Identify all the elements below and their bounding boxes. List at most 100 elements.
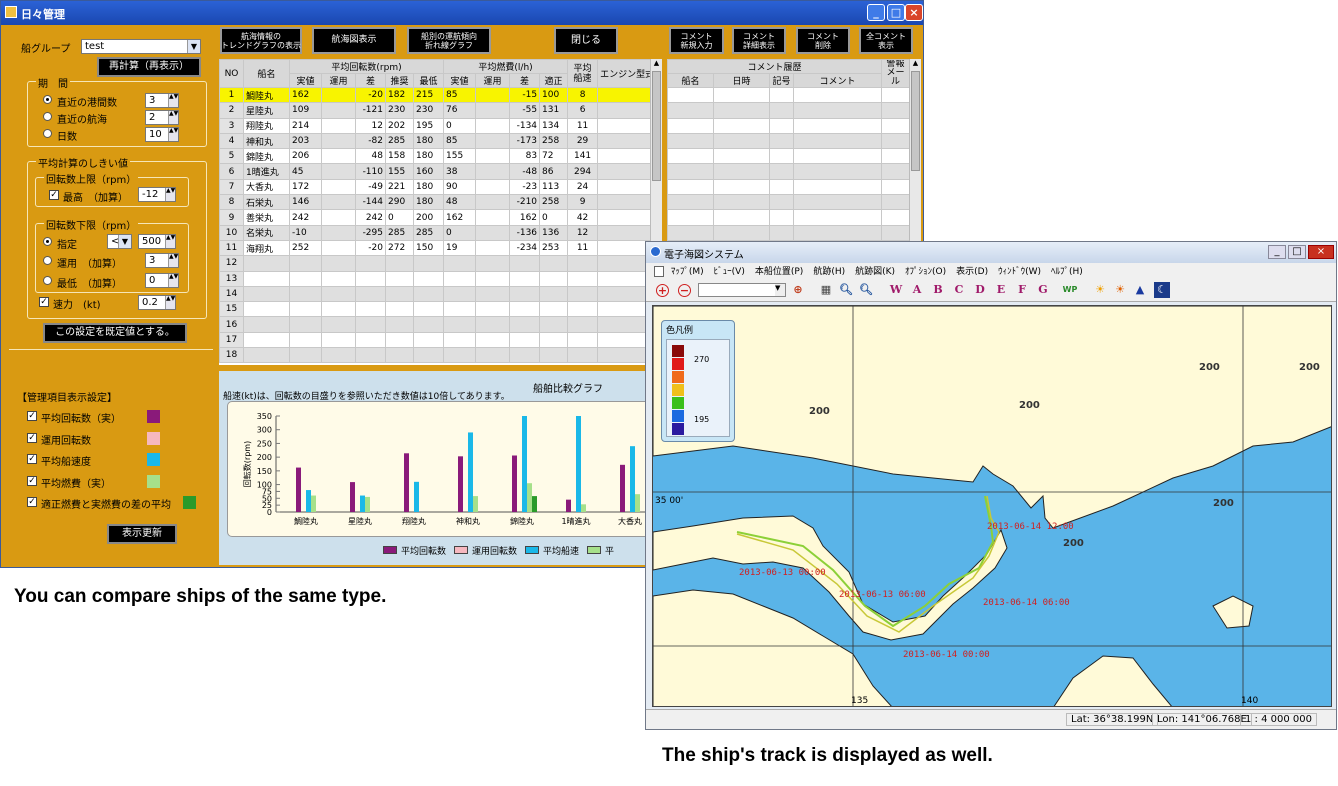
row-number[interactable]: 12	[219, 255, 244, 272]
table-row[interactable]: 11 海翔丸 252 -20 272 150 19 -234 253 11	[219, 239, 652, 257]
speed-spinner[interactable]: 0.2 ▲▼	[138, 295, 176, 310]
comment-delete-button[interactable]: コメント 削除	[796, 27, 850, 54]
comment-cell[interactable]	[769, 117, 794, 134]
table-cell[interactable]	[597, 178, 652, 196]
table-cell[interactable]: -10	[289, 224, 322, 241]
table-cell[interactable]	[567, 270, 599, 287]
table-cell[interactable]	[355, 255, 386, 272]
table-cell[interactable]	[597, 255, 652, 272]
table-cell[interactable]: 86	[539, 163, 569, 180]
table-row[interactable]: 17	[219, 331, 652, 349]
map-menu-item[interactable]: 航跡(H)	[813, 267, 845, 277]
table-cell[interactable]: -144	[355, 194, 386, 211]
table-cell[interactable]	[567, 285, 599, 303]
sub-col-header[interactable]: 運用	[475, 73, 511, 88]
table-cell[interactable]: -210	[509, 194, 541, 211]
table-cell[interactable]: 253	[539, 239, 569, 257]
table-cell[interactable]	[385, 316, 414, 333]
comment-cell[interactable]	[881, 194, 911, 211]
table-cell[interactable]: -48	[509, 163, 541, 180]
layer-letter-button[interactable]: G	[1035, 282, 1051, 298]
maximize-button[interactable]: □	[887, 4, 905, 21]
comment-cell[interactable]	[667, 163, 714, 180]
row-number[interactable]: 14	[219, 285, 244, 303]
table-cell[interactable]	[509, 301, 541, 318]
table-cell[interactable]	[539, 255, 569, 272]
table-cell[interactable]: 72	[539, 148, 569, 165]
table-cell[interactable]: -20	[355, 86, 386, 104]
ship-name-cell[interactable]: 錦陸丸	[243, 148, 290, 165]
table-cell[interactable]	[321, 163, 356, 180]
table-cell[interactable]	[412, 331, 445, 349]
bar[interactable]	[365, 496, 370, 512]
table-cell[interactable]	[475, 132, 511, 150]
table-cell[interactable]: 294	[567, 163, 599, 180]
document-icon[interactable]	[654, 266, 664, 277]
row-number[interactable]: 4	[219, 132, 244, 150]
ship-name-cell[interactable]: 神和丸	[243, 132, 290, 150]
table-row[interactable]: 4 神和丸 203 -82 285 180 85 -173 258 29	[219, 132, 652, 150]
table-cell[interactable]: 162	[289, 86, 322, 104]
table-cell[interactable]: 90	[443, 178, 477, 196]
comment-cell[interactable]	[792, 178, 883, 196]
row-number[interactable]: 18	[219, 347, 244, 364]
map-menu-item[interactable]: ｵﾌﾟｼｮﾝ(O)	[905, 267, 946, 277]
table-cell[interactable]	[597, 163, 652, 180]
table-cell[interactable]	[321, 194, 356, 211]
table-cell[interactable]: 85	[443, 86, 477, 104]
table-cell[interactable]	[475, 239, 511, 257]
color-legend[interactable]: 色凡例 270 195	[661, 320, 735, 442]
table-cell[interactable]: -136	[509, 224, 541, 241]
comment-cell[interactable]	[769, 86, 794, 104]
table-cell[interactable]	[289, 347, 322, 364]
recalc-button[interactable]: 再計算（再表示）	[97, 57, 201, 77]
layer-letter-button[interactable]: A	[909, 282, 925, 298]
table-cell[interactable]	[289, 316, 322, 333]
ship-name-cell[interactable]	[243, 301, 290, 318]
table-cell[interactable]	[597, 239, 652, 257]
table-cell[interactable]: 221	[385, 178, 414, 196]
table-cell[interactable]	[475, 255, 511, 272]
table-cell[interactable]: 109	[289, 102, 322, 119]
ship-name-cell[interactable]: 1晴進丸	[243, 163, 290, 180]
table-cell[interactable]	[597, 270, 652, 287]
row-number[interactable]: 17	[219, 331, 244, 349]
table-cell[interactable]: 285	[412, 224, 445, 241]
table-cell[interactable]	[597, 347, 652, 364]
layer-letter-button[interactable]: F	[1014, 282, 1030, 298]
table-cell[interactable]	[385, 331, 414, 349]
comment-cell[interactable]	[792, 132, 883, 150]
table-row[interactable]: 2 星陸丸 109 -121 230 230 76 -55 131 6	[219, 102, 652, 119]
ship-trend-line-button[interactable]: 船別の運航傾向 折れ線グラフ	[407, 27, 491, 54]
comment-cell[interactable]	[881, 132, 911, 150]
ship-name-cell[interactable]	[243, 255, 290, 272]
table-cell[interactable]: -110	[355, 163, 386, 180]
table-cell[interactable]	[412, 316, 445, 333]
col-c-ship[interactable]: 船名	[667, 73, 714, 88]
table-cell[interactable]	[597, 301, 652, 318]
row-number[interactable]: 16	[219, 316, 244, 333]
sunset-icon[interactable]: ▲	[1132, 282, 1148, 298]
table-cell[interactable]	[475, 86, 511, 104]
map-menu-item[interactable]: ﾋﾞｭｰ(V)	[714, 267, 745, 277]
sub-col-header[interactable]: 適正	[539, 73, 569, 88]
zoom-out-icon[interactable]: −	[678, 284, 691, 297]
table-row[interactable]: 12	[219, 255, 652, 272]
comment-cell[interactable]	[792, 148, 883, 165]
display-checkbox[interactable]: ✓	[27, 411, 37, 421]
table-cell[interactable]: -82	[355, 132, 386, 150]
table-cell[interactable]: 202	[385, 117, 414, 134]
table-cell[interactable]: -15	[509, 86, 541, 104]
table-cell[interactable]: 0	[443, 117, 477, 134]
table-cell[interactable]	[475, 102, 511, 119]
table-cell[interactable]	[289, 301, 322, 318]
row-number[interactable]: 5	[219, 148, 244, 165]
comment-cell[interactable]	[881, 86, 911, 104]
sub-col-header[interactable]: 推奨	[385, 73, 414, 88]
col-c-comment[interactable]: コメント	[792, 73, 883, 88]
table-cell[interactable]: 42	[567, 209, 599, 226]
table-cell[interactable]: 180	[412, 132, 445, 150]
ship-name-cell[interactable]: 星陸丸	[243, 102, 290, 119]
target-icon[interactable]: ⊕	[790, 282, 806, 298]
table-cell[interactable]	[475, 209, 511, 226]
